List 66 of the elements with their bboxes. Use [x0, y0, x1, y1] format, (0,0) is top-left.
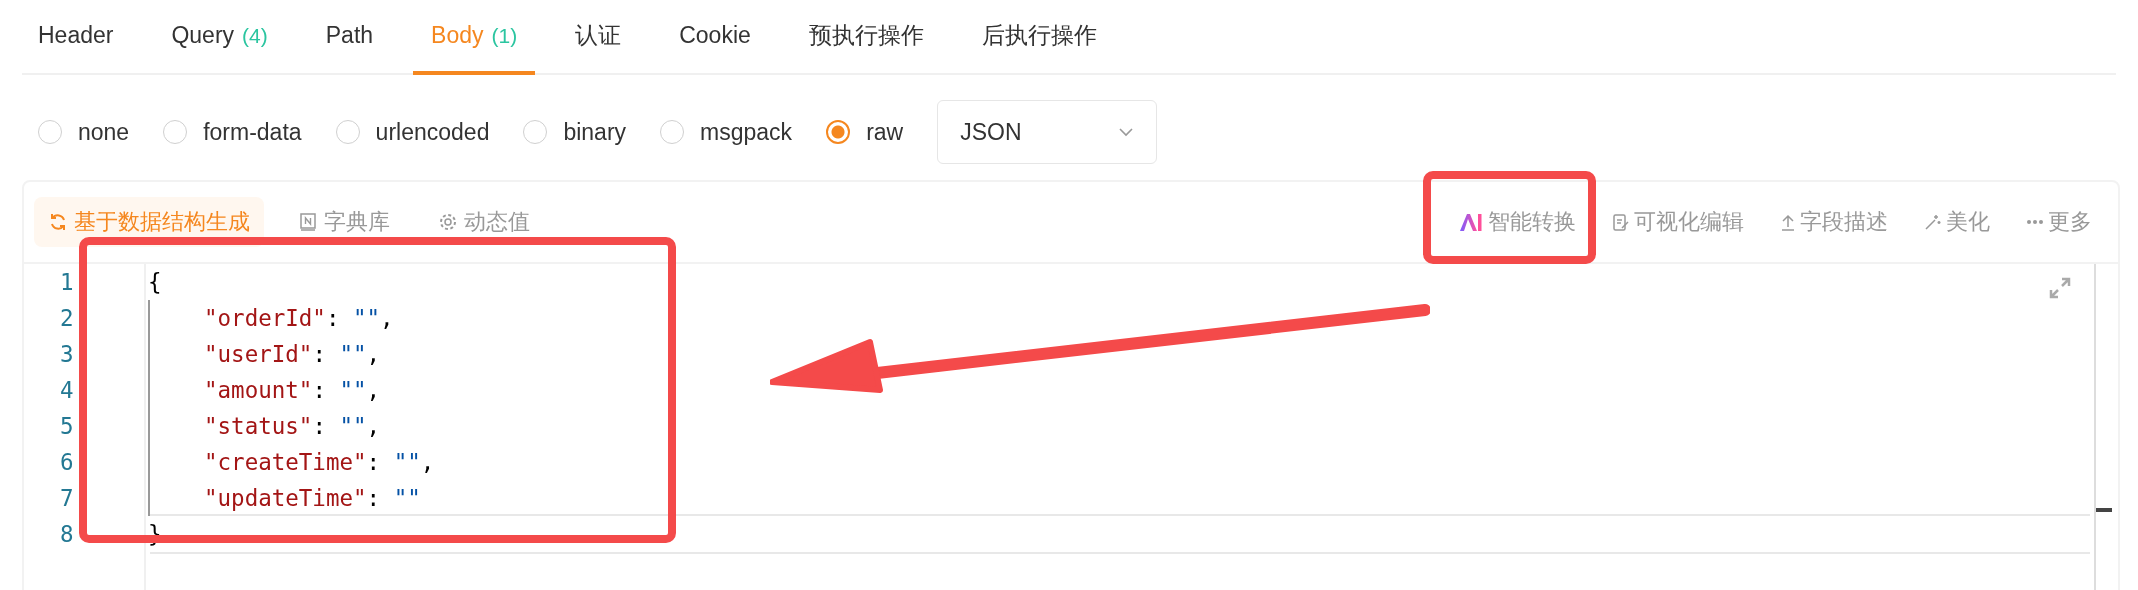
json-key: "userId"	[204, 341, 313, 367]
radio-option[interactable]: urlencoded	[335, 118, 490, 146]
json-punctuation: ,	[366, 341, 381, 367]
refresh-icon	[48, 212, 68, 232]
line-number: 8	[59, 521, 75, 547]
json-punctuation: ,	[366, 377, 381, 403]
json-punctuation: :	[312, 341, 327, 367]
caret-icon	[1118, 127, 1135, 137]
gear-icon	[438, 212, 458, 232]
json-punctuation: ,	[380, 305, 394, 331]
json-punctuation: ,	[366, 413, 381, 439]
line-number: 6	[59, 449, 75, 475]
clipboard-edit-icon	[1612, 212, 1630, 232]
ai-icon	[1458, 212, 1484, 232]
tab[interactable]: Cookie	[661, 0, 769, 75]
json-punctuation: :	[366, 449, 382, 475]
json-punctuation: :	[325, 305, 341, 331]
tab[interactable]: Query (4)	[153, 0, 286, 75]
tab[interactable]: 后执行操作	[963, 0, 1115, 75]
line-number: 2	[59, 305, 75, 331]
radio-option[interactable]: msgpack	[660, 118, 793, 146]
upload-icon	[1780, 213, 1796, 231]
radio-label: msgpack	[700, 118, 793, 146]
scrollbar-marker	[2096, 508, 2112, 512]
json-key: "orderId"	[204, 305, 326, 331]
count-label: (4)	[242, 23, 268, 48]
json-string: ""	[393, 449, 421, 475]
line-number: 7	[59, 485, 75, 511]
book-icon	[298, 212, 318, 232]
tab[interactable]: 认证	[557, 0, 640, 75]
radio-option[interactable]: raw	[826, 118, 904, 146]
json-string: ""	[393, 485, 421, 511]
radio-label: none	[78, 118, 130, 146]
count-label: (1)	[491, 23, 518, 48]
json-punctuation: :	[312, 377, 327, 403]
radio-icon[interactable]	[826, 120, 851, 144]
tab[interactable]: 预执行操作	[790, 0, 942, 75]
json-key: "amount"	[204, 377, 313, 403]
more-icon	[2026, 219, 2044, 225]
format-dropdown[interactable]: JSON	[937, 100, 1158, 164]
json-key: "createTime"	[204, 449, 367, 475]
json-string: ""	[339, 413, 367, 439]
radio-label: urlencoded	[375, 118, 490, 146]
radio-option[interactable]: form-data	[163, 118, 302, 146]
radio-label: raw	[866, 118, 904, 146]
tab[interactable]: Path	[307, 0, 392, 75]
json-punctuation: ,	[420, 449, 435, 475]
json-punctuation: :	[312, 413, 327, 439]
json-key: "updateTime"	[204, 485, 367, 511]
radio-option[interactable]: binary	[523, 118, 627, 146]
json-punctuation: {	[148, 269, 162, 295]
line-number: 1	[59, 269, 75, 295]
json-key: "status"	[204, 413, 313, 439]
expand-icon[interactable]	[2048, 276, 2072, 300]
json-string: ""	[353, 305, 381, 331]
radio-label: binary	[563, 118, 627, 146]
radio-label: form-data	[203, 118, 302, 146]
line-number: 4	[59, 377, 75, 403]
radio-option[interactable]: none	[38, 118, 130, 146]
tab[interactable]: Header	[38, 0, 132, 75]
line-number: 3	[59, 341, 75, 367]
json-string: ""	[339, 341, 367, 367]
magic-wand-icon	[1924, 213, 1942, 231]
json-punctuation: :	[366, 485, 382, 511]
json-string: ""	[339, 377, 367, 403]
line-number: 5	[59, 413, 75, 439]
